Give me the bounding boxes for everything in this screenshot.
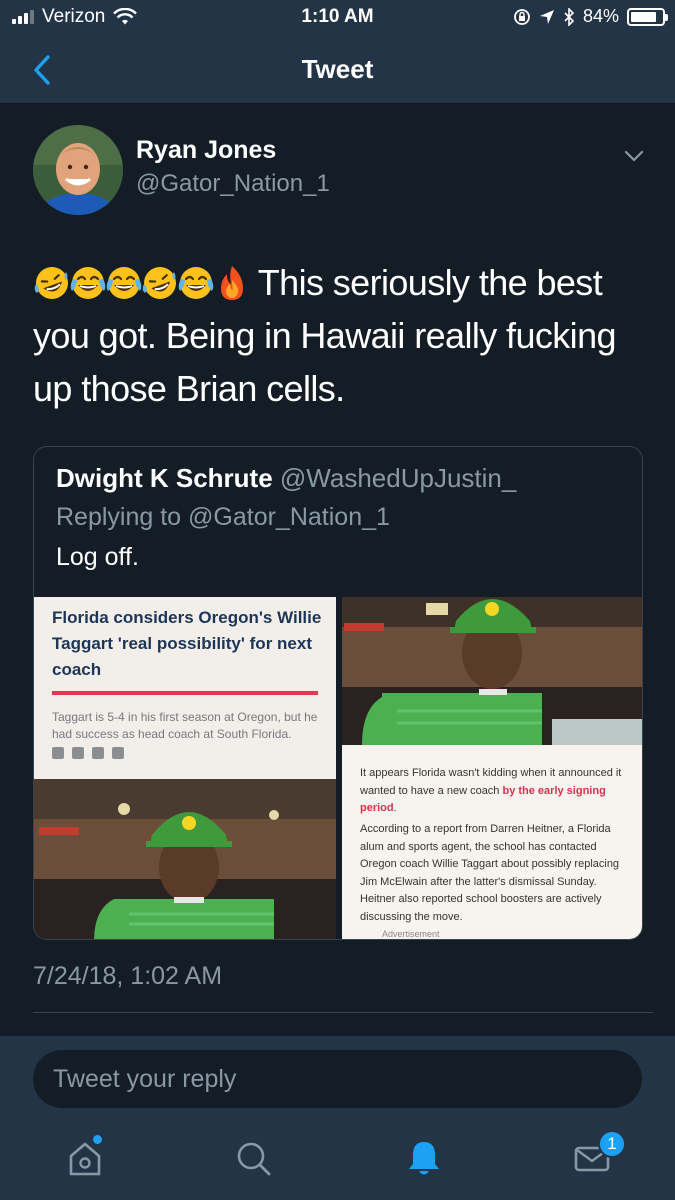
fire-emoji-icon	[213, 263, 251, 301]
rotation-lock-icon	[514, 8, 530, 25]
quoted-header: Dwight K Schrute @WashedUpJustin_	[56, 463, 516, 494]
joy-emoji-icon	[105, 263, 143, 301]
article-screenshot-header: Florida considers Oregon's Willie Taggar…	[34, 597, 336, 779]
nav-bar: Tweet	[0, 36, 675, 104]
headline-divider	[52, 691, 318, 695]
article-subhead: Taggart is 5-4 in his first season at Or…	[52, 710, 318, 741]
rofl-emoji-icon	[33, 263, 71, 301]
article-paragraph-2: According to a report from Darren Heitne…	[360, 823, 620, 923]
twitter-icon	[72, 747, 84, 759]
mail-icon	[92, 747, 104, 759]
status-bar: Verizon 1:10 AM 84%	[0, 0, 675, 36]
joy-emoji-icon	[177, 263, 215, 301]
whatsapp-icon	[112, 747, 124, 759]
status-right: 84%	[513, 6, 668, 27]
bluetooth-icon	[564, 7, 575, 26]
joy-emoji-icon	[69, 263, 107, 301]
battery-icon	[627, 7, 668, 26]
chevron-down-icon[interactable]	[620, 142, 648, 170]
quoted-text: Log off.	[56, 543, 139, 571]
quoted-replying-to: Replying to @Gator_Nation_1	[56, 503, 390, 531]
coach-photo-2	[342, 597, 642, 745]
quoted-author-name: Dwight K Schrute	[56, 463, 273, 493]
home-unread-dot	[93, 1135, 102, 1144]
rofl-emoji-icon	[141, 263, 179, 301]
battery-percent: 84%	[582, 6, 619, 26]
tweet-text: This seriously the best you got. Being i…	[33, 256, 643, 415]
share-icons	[52, 747, 124, 759]
facebook-icon	[52, 747, 64, 759]
tab-search[interactable]	[231, 1136, 275, 1180]
reply-bar	[0, 1036, 675, 1122]
tab-notifications[interactable]	[402, 1136, 446, 1180]
emoji-group	[33, 262, 249, 303]
avatar-image	[33, 125, 123, 215]
tweet-timestamp: 7/24/18, 1:02 AM	[33, 962, 223, 990]
notifications-icon	[409, 1142, 439, 1175]
reply-input[interactable]	[33, 1050, 642, 1108]
location-icon	[539, 9, 554, 24]
quoted-author-handle: @WashedUpJustin_	[279, 463, 517, 493]
quoted-media[interactable]: Florida considers Oregon's Willie Taggar…	[34, 597, 642, 939]
messages-badge: 1	[598, 1130, 626, 1158]
quoted-tweet[interactable]: Dwight K Schrute @WashedUpJustin_ Replyi…	[33, 446, 643, 940]
tab-bar	[0, 1122, 675, 1200]
article-body: It appears Florida wasn't kidding when i…	[342, 745, 642, 939]
advertisement-label: Advertisement	[382, 929, 440, 939]
author-name[interactable]: Ryan Jones	[136, 136, 276, 165]
article-headline: Florida considers Oregon's Willie Taggar…	[52, 608, 322, 679]
author-handle[interactable]: @Gator_Nation_1	[136, 170, 330, 198]
coach-photo	[34, 779, 336, 939]
search-icon	[237, 1142, 271, 1176]
avatar[interactable]	[33, 125, 123, 215]
divider	[33, 1012, 653, 1013]
article-paragraph-1: It appears Florida wasn't kidding when i…	[360, 767, 622, 814]
page-title: Tweet	[301, 54, 374, 84]
